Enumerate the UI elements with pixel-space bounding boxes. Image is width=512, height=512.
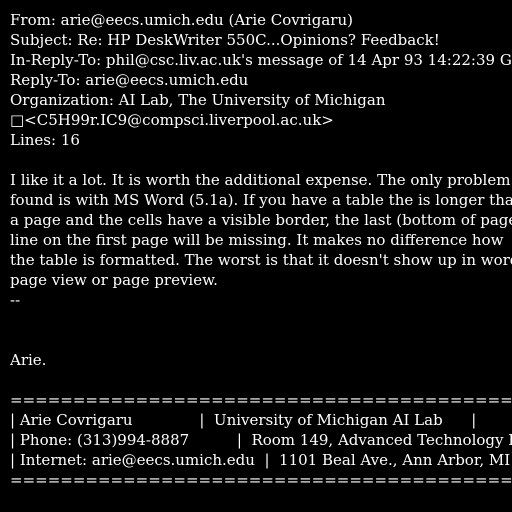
header-subject: Subject: Re: HP DeskWriter 550C...Opinio… [10, 31, 440, 49]
header-lines: Lines: 16 [10, 131, 80, 149]
signature-rule-top: ========================================… [10, 391, 512, 409]
body-line: found is with MS Word (5.1a). If you hav… [10, 191, 512, 209]
body-line: line on the first page will be missing. … [10, 231, 504, 249]
body-line: the table is formatted. The worst is tha… [10, 251, 512, 269]
header-from: From: arie@eecs.umich.edu (Arie Covrigar… [10, 11, 353, 29]
signoff: Arie. [10, 351, 47, 369]
header-organization: Organization: AI Lab, The University of … [10, 91, 386, 109]
signature-row-phone: | Phone: (313)994-8887 | Room 149, Advan… [10, 431, 512, 449]
signature-rule-bottom: ========================================… [10, 471, 512, 489]
header-message-ref: □<C5H99r.IC9@compsci.liverpool.ac.uk> [10, 111, 334, 129]
header-in-reply-to: In-Reply-To: phil@csc.liv.ac.uk's messag… [10, 51, 512, 69]
body-line: a page and the cells have a visible bord… [10, 211, 512, 229]
email-document: From: arie@eecs.umich.edu (Arie Covrigar… [10, 10, 512, 512]
signature-row-name: | Arie Covrigaru | University of Michiga… [10, 411, 477, 429]
body-line: page view or page preview. [10, 271, 218, 289]
signature-row-internet: | Internet: arie@eecs.umich.edu | 1101 B… [10, 451, 511, 469]
header-reply-to: Reply-To: arie@eecs.umich.edu [10, 71, 249, 89]
body-line: I like it a lot. It is worth the additio… [10, 171, 512, 189]
signature-dash: -- [10, 291, 21, 309]
